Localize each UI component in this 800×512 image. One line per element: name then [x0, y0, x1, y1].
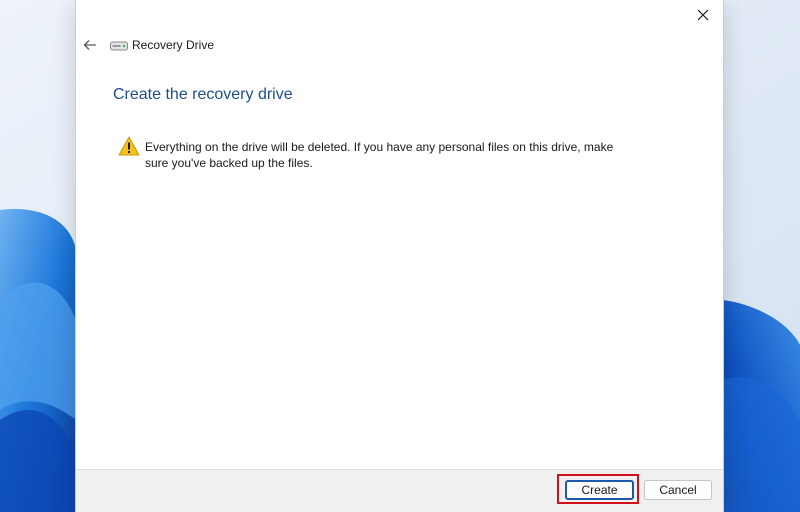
recovery-drive-window: Recovery Drive Create the recovery drive…: [76, 0, 723, 512]
page-heading: Create the recovery drive: [113, 86, 293, 103]
back-button[interactable]: [80, 36, 100, 54]
drive-icon: [110, 41, 128, 51]
back-arrow-icon: [83, 40, 96, 50]
desktop: Recovery Drive Create the recovery drive…: [0, 0, 800, 512]
close-icon: [697, 9, 709, 21]
warning-message: Everything on the drive will be deleted.…: [145, 140, 614, 170]
window-title: Recovery Drive: [132, 38, 215, 52]
warning-icon: [118, 136, 140, 156]
dialog-footer: Create Cancel: [76, 469, 723, 512]
cancel-button[interactable]: Cancel: [644, 480, 712, 500]
create-button[interactable]: Create: [565, 480, 634, 500]
close-button[interactable]: [689, 4, 717, 26]
